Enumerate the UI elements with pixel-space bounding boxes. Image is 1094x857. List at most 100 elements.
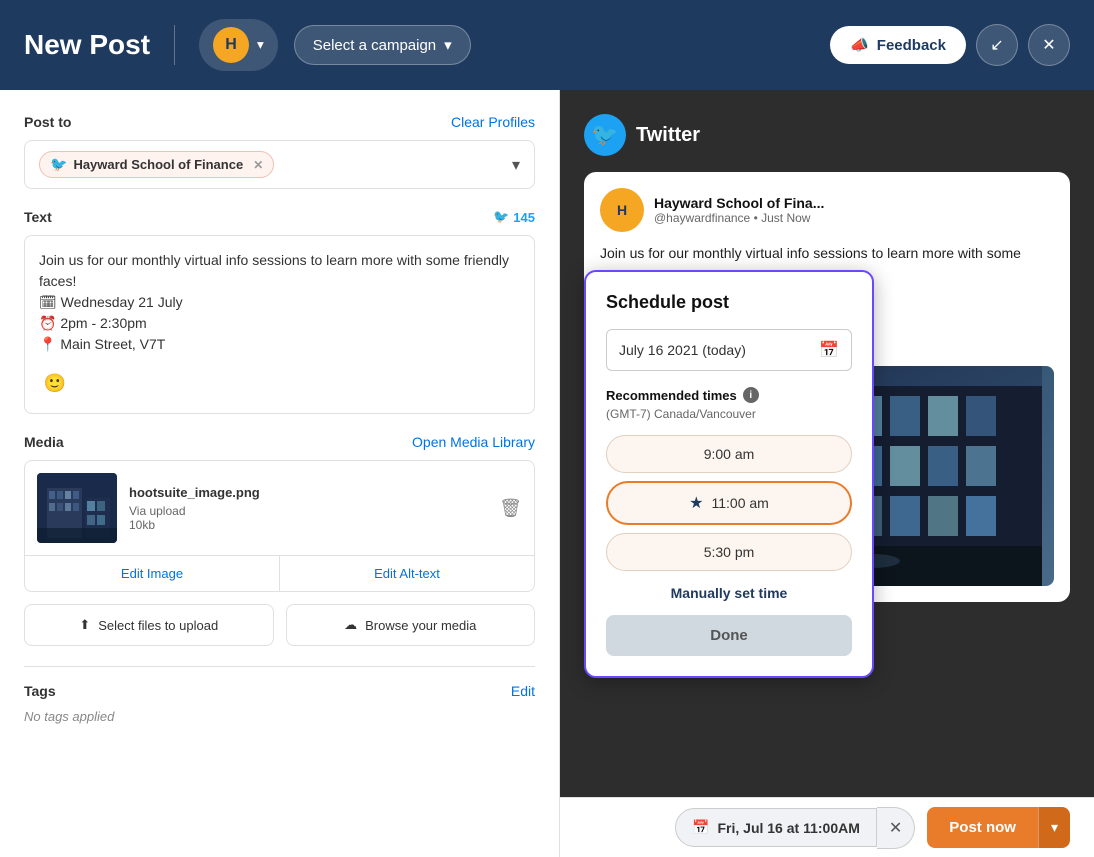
edit-alt-text-button[interactable]: Edit Alt-text [280,556,534,591]
time-530pm-label: 5:30 pm [704,544,755,560]
right-panel: 🐦 Twitter H Hayward School of Fina... @h… [560,90,1094,857]
left-panel: Post to Clear Profiles 🐦 Hayward School … [0,90,560,857]
star-icon: ★ [689,493,703,513]
tweet-author-info: Hayward School of Fina... @haywardfinanc… [654,195,1054,225]
timezone-label: (GMT-7) Canada/Vancouver [606,407,852,421]
close-button[interactable]: ✕ [1028,24,1070,66]
media-thumbnail [37,473,117,543]
date-input[interactable]: July 16 2021 (today) 📅 [606,329,852,371]
twitter-icon-count: 🐦 [493,209,509,225]
tweet-avatar: H [600,188,644,232]
feedback-button[interactable]: 📣 Feedback [830,26,966,64]
chevron-down-icon: ▾ [444,36,452,54]
campaign-label: Select a campaign [313,37,436,54]
browse-media-button[interactable]: ☁ Browse your media [286,604,536,646]
schedule-title: Schedule post [606,292,852,313]
campaign-selector-button[interactable]: Select a campaign ▾ [294,25,471,65]
bottom-bar: 📅 Fri, Jul 16 at 11:00AM ✕ Post now ▾ [560,797,1094,857]
post-now-dropdown-button[interactable]: ▾ [1038,807,1070,848]
twitter-icon: 🐦 [50,156,67,173]
clear-schedule-button[interactable]: ✕ [877,807,915,849]
tweet-handle: @haywardfinance [654,211,750,225]
divider [24,666,535,667]
time-9am-label: 9:00 am [704,446,755,462]
text-section: Text 🐦 145 Join us for our monthly virtu… [24,209,535,414]
time-option-9am[interactable]: 9:00 am [606,435,852,473]
media-header: Media Open Media Library [24,434,535,450]
calendar-small-icon: 📅 [692,819,709,836]
scheduled-time-display[interactable]: 📅 Fri, Jul 16 at 11:00AM [675,808,877,847]
done-button[interactable]: Done [606,615,852,656]
post-to-header: Post to Clear Profiles [24,114,535,130]
post-now-button[interactable]: Post now [927,807,1038,848]
close-icon: ✕ [1042,35,1055,55]
post-to-dropdown[interactable]: 🐦 Hayward School of Finance ✕ ▾ [24,140,535,189]
dropdown-arrow-icon: ▾ [512,155,520,175]
tags-header: Tags Edit [24,683,535,699]
media-section: Media Open Media Library [24,434,535,646]
browse-media-label: Browse your media [365,618,476,633]
date-value: July 16 2021 (today) [619,342,746,358]
time-11am-label: 11:00 am [712,495,769,511]
upload-section: ⬆ Select files to upload ☁ Browse your m… [24,604,535,646]
tweet-dot: • [754,211,762,225]
time-option-11am[interactable]: ★ 11:00 am [606,481,852,525]
select-files-button[interactable]: ⬆ Select files to upload [24,604,274,646]
profile-tag: 🐦 Hayward School of Finance ✕ [39,151,274,178]
media-label: Media [24,434,64,450]
upload-icon: ⬆ [79,617,90,633]
clear-profiles-link[interactable]: Clear Profiles [451,114,535,130]
text-header: Text 🐦 145 [24,209,535,225]
building-thumbnail-svg [37,473,117,543]
char-count-value: 145 [513,210,535,225]
twitter-platform-label: Twitter [636,124,700,147]
media-filename: hootsuite_image.png [129,485,487,500]
twitter-preview-header: 🐦 Twitter [584,114,1070,156]
tags-section: Tags Edit No tags applied [24,666,535,724]
megaphone-icon: 📣 [850,36,869,54]
text-label: Text [24,209,52,225]
remove-profile-icon[interactable]: ✕ [253,158,263,172]
text-content: Join us for our monthly virtual info ses… [39,250,520,355]
text-area[interactable]: Join us for our monthly virtual info ses… [24,235,535,414]
open-media-library-link[interactable]: Open Media Library [412,434,535,450]
tweet-time: Just Now [761,211,810,225]
post-to-label: Post to [24,114,71,130]
header-divider [174,25,175,65]
feedback-label: Feedback [877,37,946,54]
schedule-post-panel: Schedule post July 16 2021 (today) 📅 Rec… [584,270,874,678]
char-count: 🐦 145 [493,209,535,225]
chevron-down-icon: ▾ [257,37,264,53]
twitter-logo-icon: 🐦 [584,114,626,156]
tweet-author-name: Hayward School of Fina... [654,195,1054,211]
tags-label: Tags [24,683,56,699]
scheduled-time-text: Fri, Jul 16 at 11:00AM [717,820,859,836]
header: New Post H ▾ Select a campaign ▾ 📣 Feedb… [0,0,1094,90]
time-options: 9:00 am ★ 11:00 am 5:30 pm [606,435,852,571]
account-selector-button[interactable]: H ▾ [199,19,278,71]
calendar-icon: 📅 [819,340,839,360]
manually-set-time-link[interactable]: Manually set time [606,585,852,601]
time-option-530pm[interactable]: 5:30 pm [606,533,852,571]
page-title: New Post [24,29,150,61]
minimize-button[interactable]: ↙ [976,24,1018,66]
no-tags-label: No tags applied [24,709,535,724]
profile-name: Hayward School of Finance [73,157,243,172]
post-now-container: Post now ▾ [927,807,1070,848]
header-actions: 📣 Feedback ↙ ✕ [830,24,1070,66]
media-actions: Edit Image Edit Alt-text [24,556,535,592]
delete-media-button[interactable]: 🗑 [499,498,522,519]
edit-image-button[interactable]: Edit Image [25,556,280,591]
main-content: Post to Clear Profiles 🐦 Hayward School … [0,90,1094,857]
info-icon: i [743,387,759,403]
tags-edit-link[interactable]: Edit [511,683,535,699]
cloud-icon: ☁ [344,617,357,633]
media-size: 10kb [129,518,487,532]
recommended-times-label: Recommended times i [606,387,852,403]
post-to-section: Post to Clear Profiles 🐦 Hayward School … [24,114,535,189]
tweet-handle-time: @haywardfinance • Just Now [654,211,1054,225]
media-via: Via upload [129,504,487,518]
minimize-icon: ↙ [990,35,1003,55]
emoji-button[interactable]: 🙂 [39,367,71,399]
media-item: hootsuite_image.png Via upload 10kb 🗑 [24,460,535,556]
